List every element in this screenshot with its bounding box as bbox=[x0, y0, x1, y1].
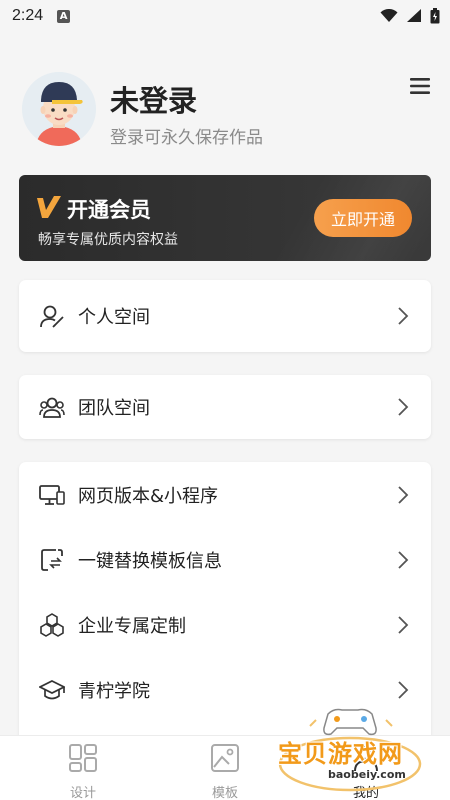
menu-item-personal-space[interactable]: 个人空间 bbox=[19, 280, 431, 352]
menu-item-enterprise-custom[interactable]: 企业专属定制 bbox=[19, 592, 431, 657]
nav-item-template[interactable]: 模板 bbox=[185, 742, 265, 800]
replace-doc-icon bbox=[41, 548, 63, 571]
team-space-card: 团队空间 bbox=[19, 375, 431, 439]
wifi-icon bbox=[380, 9, 398, 22]
profile-header: 未登录 登录可永久保存作品 bbox=[22, 72, 432, 152]
menu-item-label: 网页版本&小程序 bbox=[78, 485, 219, 507]
login-hint: 登录可永久保存作品 bbox=[110, 128, 263, 148]
watermark-text: 宝贝游戏网 bbox=[278, 740, 403, 768]
status-icons bbox=[380, 8, 440, 24]
menu-icon[interactable] bbox=[408, 76, 432, 96]
vip-banner: 开通会员 畅享专属优质内容权益 立即开通 bbox=[19, 175, 431, 261]
menu-item-web-miniprogram[interactable]: 网页版本&小程序 bbox=[19, 462, 431, 527]
chevron-right-icon bbox=[398, 485, 409, 504]
username[interactable]: 未登录 bbox=[110, 78, 197, 120]
chevron-right-icon bbox=[398, 398, 409, 416]
menu-item-label: 青柠学院 bbox=[78, 680, 150, 702]
avatar[interactable] bbox=[22, 72, 96, 146]
nav-label: 模板 bbox=[211, 786, 238, 800]
chevron-right-icon bbox=[398, 307, 409, 325]
nav-label: 设计 bbox=[69, 786, 96, 800]
battery-icon bbox=[430, 8, 440, 24]
avatar-image-icon bbox=[22, 72, 96, 146]
watermark: 宝贝游戏网 baobeiy.com bbox=[270, 706, 430, 796]
vip-activate-button[interactable]: 立即开通 bbox=[314, 199, 412, 237]
vip-logo-icon bbox=[37, 196, 61, 218]
monitor-phone-icon bbox=[39, 484, 65, 505]
signal-icon bbox=[407, 9, 421, 22]
menu-item-label: 团队空间 bbox=[78, 398, 150, 419]
menu-item-label: 企业专属定制 bbox=[78, 615, 186, 637]
vip-title: 开通会员 bbox=[67, 198, 151, 222]
menu-item-team-space[interactable]: 团队空间 bbox=[19, 375, 431, 439]
menu-item-replace-template[interactable]: 一键替换模板信息 bbox=[19, 527, 431, 592]
personal-space-card: 个人空间 bbox=[19, 280, 431, 352]
menu-item-label: 一键替换模板信息 bbox=[78, 550, 222, 572]
watermark-url: baobeiy.com bbox=[328, 768, 406, 781]
graduation-cap-icon bbox=[39, 679, 65, 699]
user-edit-icon bbox=[40, 305, 64, 328]
notification-icon: A bbox=[57, 9, 71, 23]
grid-icon bbox=[69, 744, 97, 772]
menu-item-label: 个人空间 bbox=[78, 307, 150, 328]
hexagons-icon bbox=[40, 612, 64, 637]
chevron-right-icon bbox=[398, 615, 409, 634]
nav-item-design[interactable]: 设计 bbox=[43, 742, 123, 800]
chevron-right-icon bbox=[398, 550, 409, 569]
status-time: 2:24 bbox=[12, 7, 44, 24]
status-bar: 2:24 A bbox=[0, 0, 450, 32]
vip-description: 畅享专属优质内容权益 bbox=[38, 232, 178, 248]
template-image-icon bbox=[211, 744, 239, 772]
chevron-right-icon bbox=[398, 680, 409, 699]
team-icon bbox=[39, 397, 65, 418]
